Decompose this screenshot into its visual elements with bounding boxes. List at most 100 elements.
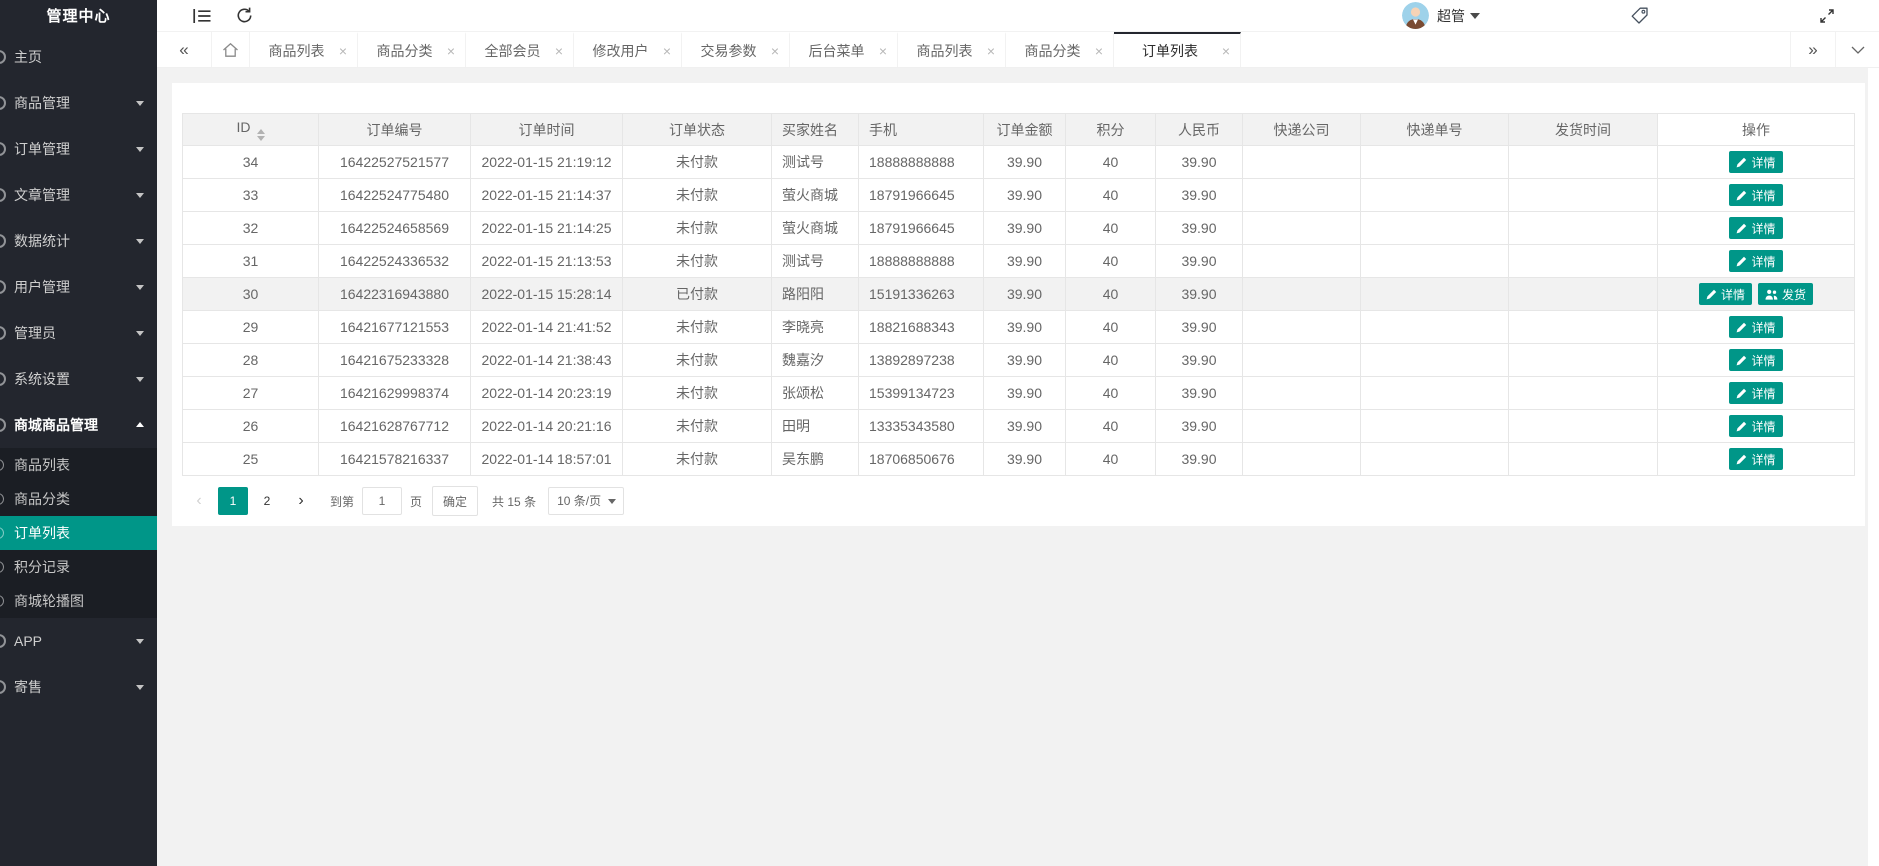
- close-icon[interactable]: ×: [876, 42, 890, 60]
- sidebar-item-user-mgmt[interactable]: 用户管理: [0, 264, 157, 310]
- cell-points: 40: [1066, 146, 1156, 179]
- sidebar-item-consign[interactable]: 寄售: [0, 664, 157, 710]
- cell-express-company: [1243, 377, 1361, 410]
- detail-button[interactable]: 详情: [1729, 382, 1782, 404]
- sidebar-item-label: 商城轮播图: [14, 593, 84, 609]
- cell-phone: 13335343580: [859, 410, 984, 443]
- tab-all-members[interactable]: 全部会员×: [466, 32, 574, 67]
- cell-rmb: 39.90: [1156, 311, 1243, 344]
- page-button-1[interactable]: 1: [218, 487, 248, 515]
- content-area: ID 订单编号 订单时间 订单状态 买家姓名 手机 订单金额 积分 人民币 快递…: [157, 68, 1879, 866]
- sidebar-item-points-log[interactable]: 积分记录: [0, 550, 157, 584]
- tab-trade-params[interactable]: 交易参数×: [682, 32, 790, 67]
- per-page-select[interactable]: 10 条/页: [548, 487, 624, 515]
- col-header-id: ID: [183, 114, 319, 146]
- tab-goods-category-2[interactable]: 商品分类×: [1006, 32, 1114, 67]
- cell-order-status: 未付款: [623, 245, 772, 278]
- next-page-button[interactable]: ›: [286, 487, 316, 515]
- sidebar-item-data-stats[interactable]: 数据统计: [0, 218, 157, 264]
- col-header-phone: 手机: [859, 114, 984, 146]
- detail-button[interactable]: 详情: [1729, 217, 1782, 239]
- chevron-down-icon: [136, 377, 144, 382]
- tab-goods-list-1[interactable]: 商品列表×: [250, 32, 358, 67]
- close-icon[interactable]: ×: [1092, 42, 1106, 60]
- close-icon[interactable]: ×: [552, 42, 566, 60]
- prev-page-button[interactable]: ‹: [184, 487, 214, 515]
- col-header-label: 订单时间: [519, 122, 575, 138]
- close-icon[interactable]: ×: [984, 42, 998, 60]
- cell-buyer-name: 田明: [772, 410, 859, 443]
- detail-button-label: 详情: [1751, 418, 1775, 435]
- cell-express-company: [1243, 311, 1361, 344]
- cell-express-no: [1361, 344, 1509, 377]
- page-button-2[interactable]: 2: [252, 487, 282, 515]
- tab-order-list[interactable]: 订单列表×: [1114, 32, 1241, 67]
- tabs-scroll-right-button[interactable]: »: [1790, 32, 1835, 67]
- refresh-button[interactable]: [223, 0, 265, 32]
- detail-button[interactable]: 详情: [1729, 448, 1782, 470]
- tab-options-button[interactable]: [1835, 32, 1879, 67]
- sidebar-item-admins[interactable]: 管理员: [0, 310, 157, 356]
- detail-button[interactable]: 详情: [1729, 250, 1782, 272]
- detail-button[interactable]: 详情: [1729, 184, 1782, 206]
- sidebar-collapse-button[interactable]: [181, 0, 223, 32]
- tab-edit-user[interactable]: 修改用户×: [574, 32, 682, 67]
- sidebar-item-goods-category[interactable]: 商品分类: [0, 482, 157, 516]
- pencil-icon: [1736, 256, 1747, 267]
- sidebar-item-order-list[interactable]: 订单列表: [0, 516, 157, 550]
- col-header-label: 手机: [869, 122, 897, 138]
- detail-button-label: 详情: [1751, 451, 1775, 468]
- cell-order-status: 未付款: [623, 311, 772, 344]
- close-icon[interactable]: ×: [660, 42, 674, 60]
- cell-phone: 15399134723: [859, 377, 984, 410]
- scrollbar-track[interactable]: [1868, 68, 1879, 866]
- sidebar-item-order-mgmt[interactable]: 订单管理: [0, 126, 157, 172]
- close-icon[interactable]: ×: [768, 42, 782, 60]
- cell-phone: 18791966645: [859, 179, 984, 212]
- sidebar-item-home[interactable]: 主页: [0, 34, 157, 80]
- cell-express-no: [1361, 245, 1509, 278]
- detail-button[interactable]: 详情: [1729, 316, 1782, 338]
- table-row: 32164225246585692022-01-15 21:14:25未付款萤火…: [183, 212, 1855, 245]
- sidebar-item-mall-banner[interactable]: 商城轮播图: [0, 584, 157, 618]
- detail-button-label: 详情: [1751, 154, 1775, 171]
- detail-button[interactable]: 详情: [1699, 283, 1752, 305]
- user-menu-caret-icon[interactable]: [1470, 13, 1480, 19]
- ship-button[interactable]: 发货: [1758, 283, 1813, 305]
- sidebar-item-mall-goods-mgmt[interactable]: 商城商品管理: [0, 402, 157, 448]
- tab-backend-menu[interactable]: 后台菜单×: [790, 32, 898, 67]
- col-header-label: ID: [237, 119, 251, 135]
- cell-id: 25: [183, 443, 319, 476]
- goto-confirm-button[interactable]: 确定: [432, 486, 478, 516]
- tag-button[interactable]: [1618, 0, 1660, 32]
- avatar[interactable]: [1402, 2, 1429, 29]
- cell-order-no: 16422527521577: [319, 146, 471, 179]
- cell-rmb: 39.90: [1156, 146, 1243, 179]
- col-header-label: 订单金额: [997, 122, 1053, 138]
- cell-buyer-name: 魏嘉汐: [772, 344, 859, 377]
- tab-home[interactable]: [212, 32, 250, 67]
- sort-icon[interactable]: [257, 129, 265, 141]
- close-icon[interactable]: ×: [444, 42, 458, 60]
- detail-button[interactable]: 详情: [1729, 349, 1782, 371]
- tabs-scroll-left-button[interactable]: «: [157, 32, 212, 67]
- tab-goods-list-2[interactable]: 商品列表×: [898, 32, 1006, 67]
- close-icon[interactable]: ×: [336, 42, 350, 60]
- sidebar-item-goods-list[interactable]: 商品列表: [0, 448, 157, 482]
- sidebar-item-article-mgmt[interactable]: 文章管理: [0, 172, 157, 218]
- menu-item-icon: [0, 142, 6, 156]
- fullscreen-button[interactable]: [1806, 0, 1848, 32]
- goto-page-input[interactable]: [362, 487, 402, 515]
- sidebar-item-goods-mgmt[interactable]: 商品管理: [0, 80, 157, 126]
- detail-button[interactable]: 详情: [1729, 151, 1782, 173]
- sidebar-item-app[interactable]: APP: [0, 618, 157, 664]
- cell-phone: 15191336263: [859, 278, 984, 311]
- tab-goods-category-1[interactable]: 商品分类×: [358, 32, 466, 67]
- current-user-name[interactable]: 超管: [1437, 6, 1465, 26]
- cell-phone: 18888888888: [859, 146, 984, 179]
- sidebar-item-system-settings[interactable]: 系统设置: [0, 356, 157, 402]
- detail-button[interactable]: 详情: [1729, 415, 1782, 437]
- close-icon[interactable]: ×: [1219, 42, 1233, 60]
- detail-button-label: 详情: [1751, 352, 1775, 369]
- chevron-down-icon: [136, 639, 144, 644]
